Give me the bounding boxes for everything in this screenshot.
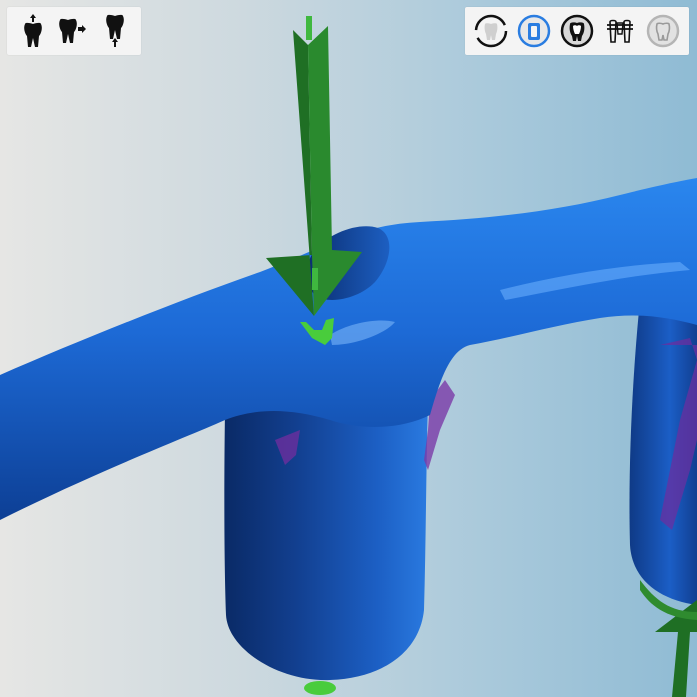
view-mode-toolbar: [465, 7, 689, 55]
tooth-grey-view-icon: [647, 14, 680, 48]
insertion-from-top-icon: [24, 14, 43, 47]
tooth-outline-view-icon: [474, 14, 507, 48]
3d-viewport[interactable]: [0, 0, 697, 697]
insertion-from-top-button[interactable]: [14, 12, 52, 50]
bridge-view-button[interactable]: [601, 12, 639, 50]
insertion-direction-toolbar: [7, 7, 141, 55]
tooth-dark-view-button[interactable]: [558, 12, 596, 50]
tooth-blue-view-icon: [517, 14, 551, 48]
bridge-view-icon: [607, 19, 634, 43]
tooth-dark-view-icon: [560, 14, 594, 48]
insertion-direction-arrow[interactable]: [266, 16, 362, 316]
insertion-from-side-icon: [59, 18, 86, 43]
contact-point-bottom: [304, 681, 336, 695]
insertion-from-bottom-button[interactable]: [96, 12, 134, 50]
tooth-outline-view-button[interactable]: [472, 12, 510, 50]
insertion-from-bottom-icon: [105, 14, 124, 47]
left-abutment-post: [224, 400, 428, 681]
insertion-from-side-button[interactable]: [55, 12, 93, 50]
tooth-blue-view-button[interactable]: [515, 12, 553, 50]
tooth-grey-view-button[interactable]: [644, 12, 682, 50]
